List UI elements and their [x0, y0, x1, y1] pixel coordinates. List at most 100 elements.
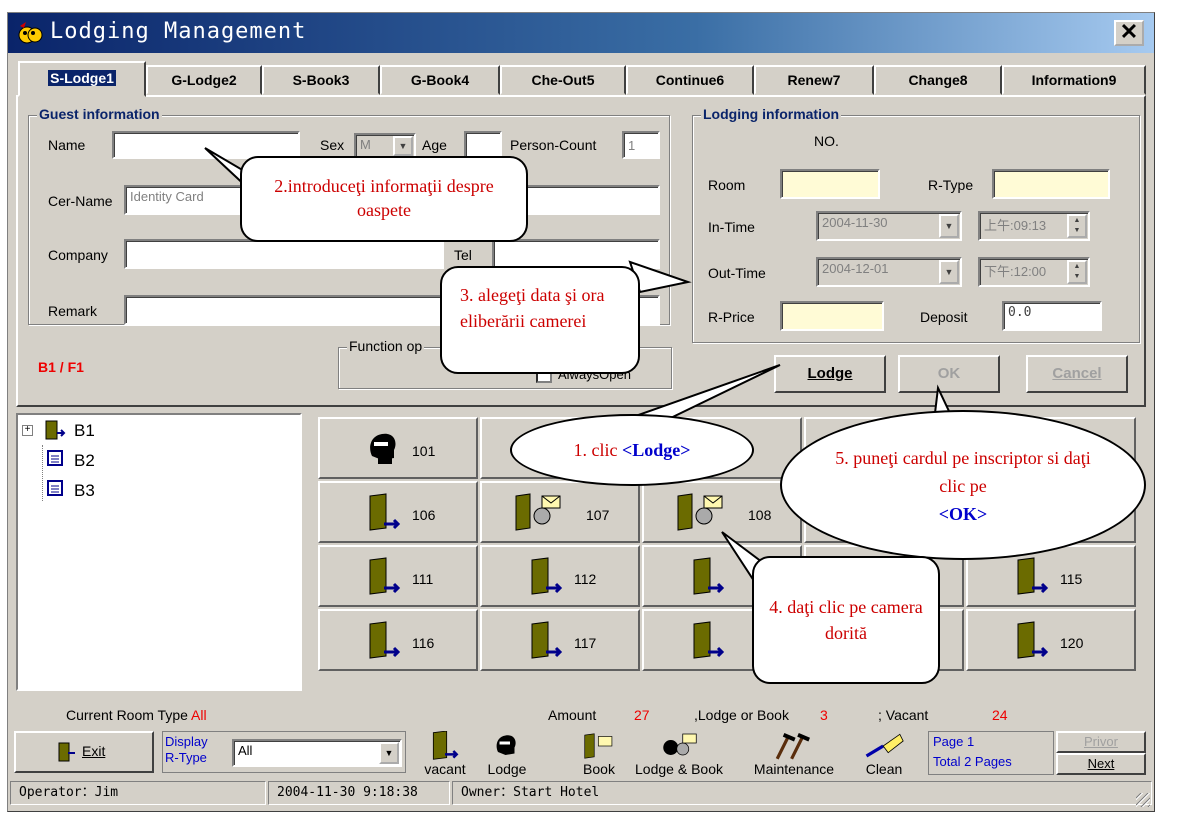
- next-page-button[interactable]: Next: [1056, 753, 1146, 775]
- tab-g-lodge[interactable]: G-Lodge2: [146, 65, 262, 95]
- spinner-arrows-icon[interactable]: ▲ ▼: [1067, 214, 1087, 238]
- room-number: 112: [574, 571, 597, 587]
- owner-status: Owner：Start Hotel: [452, 781, 1152, 805]
- room-tile-107[interactable]: 107: [480, 481, 640, 543]
- cer-name-label: Cer-Name: [48, 193, 113, 209]
- cer-name-select[interactable]: Identity Card: [124, 185, 250, 215]
- tree-item-b3[interactable]: B3: [74, 481, 95, 501]
- legend-maintenance: Maintenance: [740, 731, 848, 777]
- floor-list-icon: [47, 450, 63, 466]
- room-tile-101[interactable]: 101: [318, 417, 478, 479]
- hammer-icon: [775, 732, 810, 760]
- in-time-spinner[interactable]: 上午:09:13 ▲ ▼: [978, 211, 1090, 241]
- lodge-button[interactable]: Lodge: [774, 355, 886, 393]
- lodge-or-book-value: 3: [820, 707, 828, 723]
- age-input[interactable]: [464, 131, 502, 159]
- in-time-label: In-Time: [708, 219, 755, 235]
- floor-list-icon: [47, 480, 63, 496]
- room-tile-111[interactable]: 111: [318, 545, 478, 607]
- room-number: 107: [586, 507, 610, 523]
- spinner-arrows-icon[interactable]: ▲ ▼: [1067, 260, 1087, 284]
- amount-label: Amount: [548, 707, 597, 723]
- company-input[interactable]: [124, 239, 444, 269]
- callout-guest-info: 2.introduceţi informaţii despre oaspete: [240, 156, 528, 242]
- room-number: 117: [574, 635, 597, 651]
- ok-button[interactable]: OK: [898, 355, 1000, 393]
- out-time-spinner[interactable]: 下午:12:00 ▲ ▼: [978, 257, 1090, 287]
- room-tile-117[interactable]: 117: [480, 609, 640, 671]
- chevron-down-icon: ▼: [379, 742, 399, 764]
- age-label: Age: [422, 137, 447, 153]
- deposit-input[interactable]: 0.0: [1002, 301, 1102, 331]
- vacant-door-icon: [369, 621, 401, 659]
- app-icon: [18, 22, 43, 44]
- vacant-door-icon: [432, 731, 459, 760]
- lodge-book-icon: [677, 493, 723, 531]
- display-rtype-select[interactable]: All ▼: [232, 739, 402, 767]
- room-number: 115: [1060, 571, 1083, 587]
- paging-info: Page 1 Total 2 Pages: [928, 731, 1054, 775]
- tel-input[interactable]: [492, 239, 660, 269]
- expand-icon[interactable]: +: [22, 425, 33, 436]
- resize-grip[interactable]: [1136, 793, 1150, 807]
- close-button[interactable]: ✕: [1114, 20, 1144, 46]
- datetime-status: 2004-11-30 9:18:38: [268, 781, 450, 805]
- lodge-head-icon: [496, 735, 516, 755]
- room-tile-106[interactable]: 106: [318, 481, 478, 543]
- vacant-door-icon: [1017, 621, 1049, 659]
- floor-tree: + B1 B2 B3: [16, 413, 302, 691]
- company-label: Company: [48, 247, 108, 263]
- room-tile-112[interactable]: 112: [480, 545, 640, 607]
- tel-label: Tel: [454, 247, 472, 263]
- remark-label: Remark: [48, 303, 98, 319]
- vacant-value: 24: [992, 707, 1008, 723]
- tab-change[interactable]: Change8: [874, 65, 1002, 95]
- chevron-down-icon: ▼: [939, 260, 959, 284]
- name-input[interactable]: [112, 131, 300, 159]
- room-tile-108[interactable]: 108: [642, 481, 802, 543]
- vacant-door-icon: [693, 557, 725, 595]
- vacant-door-icon: [531, 557, 563, 595]
- tree-item-b2[interactable]: B2: [74, 451, 95, 471]
- tab-renew[interactable]: Renew7: [754, 65, 874, 95]
- sex-label: Sex: [320, 137, 345, 153]
- room-number: 106: [412, 507, 436, 523]
- cancel-button[interactable]: Cancel: [1026, 355, 1128, 393]
- room-label: Room: [708, 177, 746, 193]
- lodge-book-icon: [663, 733, 697, 756]
- callout-click-lodge: 1. clic <Lodge>: [510, 414, 754, 486]
- title-bar: Lodging Management ✕: [8, 13, 1154, 53]
- tab-information[interactable]: Information9: [1002, 65, 1146, 95]
- room-number: 120: [1060, 635, 1084, 651]
- operator-status: Operator：Jim: [10, 781, 266, 805]
- tab-g-book[interactable]: G-Book4: [380, 65, 500, 95]
- tab-continue[interactable]: Continue6: [626, 65, 754, 95]
- tab-check-out[interactable]: Che-Out5: [500, 65, 626, 95]
- floor-door-icon: [45, 420, 66, 440]
- guest-info-title: Guest information: [37, 106, 162, 122]
- in-date-picker[interactable]: 2004-11-30 ▼: [816, 211, 962, 241]
- tree-item-b1[interactable]: B1: [74, 421, 95, 441]
- room-number: 111: [412, 571, 434, 587]
- person-count-input[interactable]: [622, 131, 660, 159]
- legend-lodge: Lodge: [478, 731, 536, 777]
- out-date-picker[interactable]: 2004-12-01 ▼: [816, 257, 962, 287]
- room-tile-120[interactable]: 120: [966, 609, 1136, 671]
- previous-page-button[interactable]: Privor: [1056, 731, 1146, 753]
- callout-choose-date: 3. alegeţi data şi ora eliberării camere…: [440, 266, 640, 374]
- lodge-or-book-label: ,Lodge or Book: [694, 707, 789, 723]
- amount-value: 27: [634, 707, 650, 723]
- room-type-input[interactable]: [992, 169, 1110, 199]
- window-title: Lodging Management: [50, 19, 307, 44]
- tab-s-lodge[interactable]: S-Lodge1: [18, 61, 146, 97]
- exit-button[interactable]: Exit: [14, 731, 154, 773]
- room-price-input[interactable]: [780, 301, 884, 331]
- function-options-title: Function op: [347, 338, 425, 354]
- vacant-door-icon: [531, 621, 563, 659]
- tab-s-book[interactable]: S-Book3: [262, 65, 380, 95]
- legend-book: Book: [574, 731, 624, 777]
- room-tile-116[interactable]: 116: [318, 609, 478, 671]
- name-label: Name: [48, 137, 86, 153]
- room-input[interactable]: [780, 169, 880, 199]
- callout-place-card: 5. puneţi cardul pe inscriptor si daţi c…: [780, 410, 1146, 560]
